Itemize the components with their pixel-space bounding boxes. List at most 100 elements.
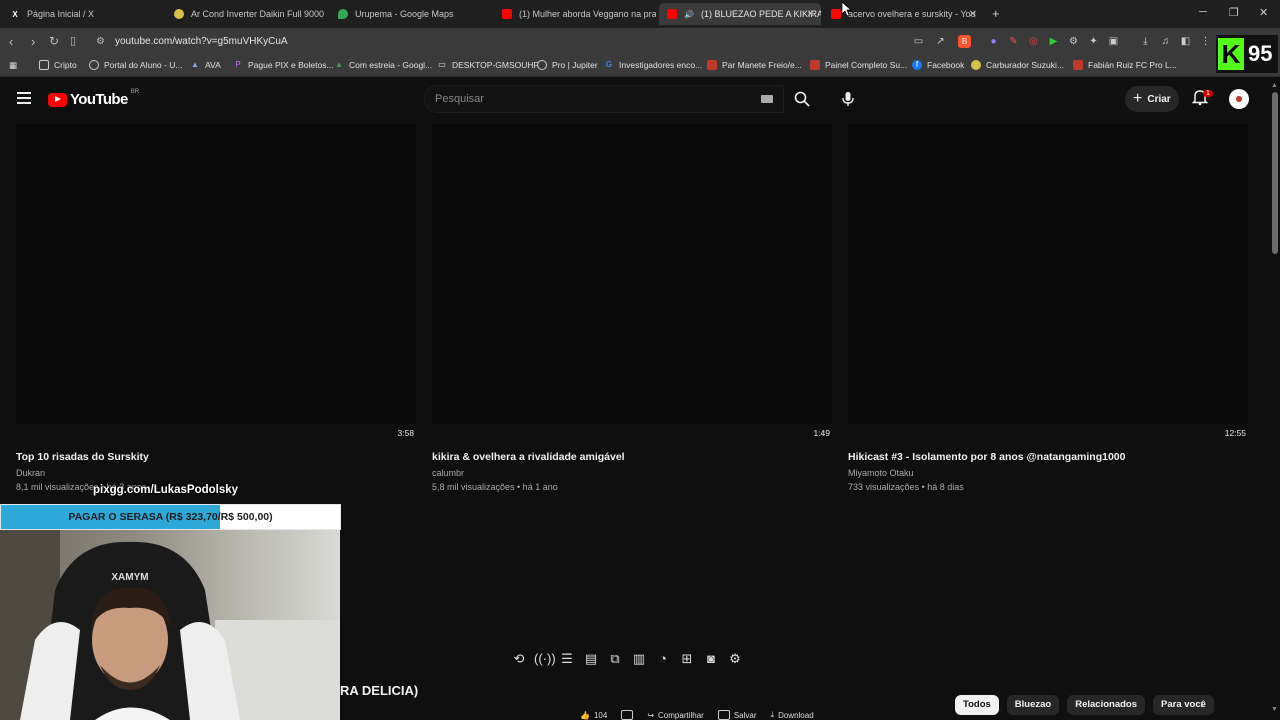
share-button[interactable]: ↪ Compartilhar xyxy=(647,710,704,720)
back-icon[interactable]: ‹ xyxy=(9,34,13,49)
video-duration: 1:49 xyxy=(813,428,830,438)
picture-in-picture-icon[interactable]: ⧉ xyxy=(606,650,624,668)
video-card[interactable]: 12:55 Hikicast #3 - Isolamento por 8 ano… xyxy=(848,124,1248,504)
voice-search-button[interactable] xyxy=(834,85,862,113)
bookmark-item[interactable]: ▲ AVA xyxy=(190,60,221,70)
tab-close-icon[interactable]: ✕ xyxy=(807,9,815,20)
youtube-logo[interactable]: YouTube BR xyxy=(48,89,139,108)
bookmark-item[interactable]: Carburador Suzuki... xyxy=(971,60,1064,70)
bookmark-icon[interactable]: ▯ xyxy=(70,34,76,47)
minimize-icon[interactable]: ─ xyxy=(1199,6,1207,18)
search-input[interactable]: Pesquisar xyxy=(424,85,784,113)
youtube-header: YouTube BR Pesquisar + Criar xyxy=(0,78,1270,120)
tab-daikin[interactable]: Ar Cond Inverter Daikin Full 9000 Btu xyxy=(166,3,326,25)
video-card[interactable]: 1:49 kikira & ovelhera a rivalidade amig… xyxy=(432,124,832,504)
chip-relacionados[interactable]: Relacionados xyxy=(1067,695,1146,715)
cinema-icon[interactable]: ▤ xyxy=(582,650,600,668)
channel-name[interactable]: Dukran xyxy=(16,468,45,478)
speaker-icon: 🔊 xyxy=(684,9,694,19)
bookmark-item[interactable]: Par Manete Freio/e... xyxy=(707,60,802,70)
speed-icon[interactable]: ◔ xyxy=(654,650,672,668)
scroll-down-icon[interactable]: ▼ xyxy=(1271,706,1278,713)
keyboard-icon[interactable] xyxy=(761,95,773,103)
download-icon[interactable]: ⤓ xyxy=(1139,35,1152,48)
bookmark-item[interactable]: Portal do Aluno - U... xyxy=(89,60,182,70)
tab-youtube-active[interactable]: 🔊 (1) BLUEZAO PEDE A KIKIRA E ✕ xyxy=(659,3,821,25)
video-thumbnail[interactable] xyxy=(848,124,1248,424)
create-label: Criar xyxy=(1147,93,1171,105)
restore-icon[interactable]: ❐ xyxy=(1229,6,1239,19)
menu-hamburger-icon[interactable] xyxy=(17,92,31,104)
sidebar-icon[interactable]: ▣ xyxy=(1107,35,1120,48)
video-duration: 12:55 xyxy=(1224,428,1246,438)
globe-icon xyxy=(174,9,184,19)
search-button[interactable] xyxy=(784,85,820,113)
video-title[interactable]: Hikicast #3 - Isolamento por 8 anos @nat… xyxy=(848,451,1126,463)
add-icon[interactable]: ⊞ xyxy=(678,650,696,668)
audio-icon[interactable]: ((·)) xyxy=(534,650,556,668)
video-thumbnail[interactable] xyxy=(432,124,832,424)
tab-youtube-1[interactable]: (1) Mulher aborda Veggano na praia xyxy=(494,3,656,25)
extension-icon[interactable]: ✎ xyxy=(1007,35,1020,48)
bookmark-item[interactable]: ▭ DESKTOP-GMSOUHF xyxy=(437,60,539,70)
save-button[interactable]: Salvar xyxy=(717,710,757,720)
bookmark-item[interactable]: Painel Completo Su... xyxy=(810,60,907,70)
channel-name[interactable]: calumbr xyxy=(432,468,464,478)
bookmark-item[interactable]: Cripto xyxy=(39,60,77,70)
chip-bluezao[interactable]: Bluezao xyxy=(1006,695,1060,715)
video-title[interactable]: kikira & ovelhera a rivalidade amigável xyxy=(432,451,625,463)
download-button[interactable]: ⤓ Download xyxy=(771,710,814,720)
extension-icon[interactable]: ⚙ xyxy=(1067,35,1080,48)
avatar[interactable] xyxy=(1229,89,1249,109)
facebook-icon: f xyxy=(912,60,922,70)
extension-icon[interactable]: ▶ xyxy=(1047,35,1060,48)
playlist-icon[interactable]: ☰ xyxy=(558,650,576,668)
bookmark-label: Par Manete Freio/e... xyxy=(722,60,802,70)
extensions-icon[interactable]: ✦ xyxy=(1087,35,1100,48)
bookmark-item[interactable]: G Investigadores enco... xyxy=(604,60,702,70)
bookmarks-bar: ▦ Cripto Portal do Aluno - U... ▲ AVA P Pa… xyxy=(0,56,1280,77)
settings-icon[interactable]: ⚙ xyxy=(726,650,744,668)
bookmark-item[interactable]: P Pague PIX e Boletos... xyxy=(233,60,333,70)
dislike-button[interactable] xyxy=(621,710,634,720)
bookmark-item[interactable]: ▲ Com estreia - Googl... xyxy=(334,60,432,70)
forward-icon[interactable]: › xyxy=(31,34,35,49)
video-card[interactable]: 3:58 Top 10 risadas do Surskity Dukran 8… xyxy=(16,124,416,504)
screenshot-icon[interactable]: ◙ xyxy=(702,650,720,668)
reload-icon[interactable]: ↻ xyxy=(49,34,59,48)
bookmark-item[interactable]: Fabián Ruiz FC Pro L... xyxy=(1073,60,1177,70)
menu-icon[interactable]: ⋮ xyxy=(1199,35,1212,48)
close-window-icon[interactable]: ✕ xyxy=(1259,6,1268,19)
media-icon[interactable]: ♫ xyxy=(1159,35,1172,48)
create-button[interactable]: + Criar xyxy=(1125,86,1179,112)
scroll-up-icon[interactable]: ▲ xyxy=(1271,82,1278,89)
bookmark-item[interactable]: Pro | Jupiter xyxy=(537,60,598,70)
desktop-icon: ▭ xyxy=(438,60,446,69)
tab-close-icon[interactable]: ✕ xyxy=(969,9,977,20)
like-button[interactable]: 👍 104 xyxy=(580,710,607,720)
url-bar[interactable]: youtube.com/watch?v=g5muVHKyCuA xyxy=(92,32,902,52)
share-icon[interactable]: ↗ xyxy=(934,35,947,48)
extension-icon[interactable]: ● xyxy=(987,35,1000,48)
tab-label: acervo ovelhera e surskity - You xyxy=(848,9,976,19)
split-view-icon[interactable]: ◧ xyxy=(1179,35,1192,48)
video-title[interactable]: Top 10 risadas do Surskity xyxy=(16,451,149,463)
chip-todos[interactable]: Todos xyxy=(955,695,999,715)
tab-x[interactable]: X Página Inicial / X xyxy=(2,3,164,25)
channel-name[interactable]: Miyamoto Otaku xyxy=(848,468,914,478)
tab-maps[interactable]: Urupema - Google Maps xyxy=(330,3,490,25)
chip-para-voce[interactable]: Para você xyxy=(1153,695,1214,715)
share-label: Compartilhar xyxy=(658,710,704,720)
theater-icon[interactable]: ▥ xyxy=(630,650,648,668)
scrollbar-thumb[interactable] xyxy=(1272,92,1278,254)
brave-shield-icon[interactable]: B xyxy=(958,35,971,48)
apps-icon[interactable]: ▦ xyxy=(9,60,17,71)
shop-icon xyxy=(810,60,820,70)
bookmark-item[interactable]: f Facebook xyxy=(912,60,964,70)
loop-icon[interactable]: ⟲ xyxy=(510,650,528,668)
video-thumbnail[interactable] xyxy=(16,124,416,424)
new-tab-button[interactable]: + xyxy=(992,6,1000,21)
extension-icon[interactable]: ◎ xyxy=(1027,35,1040,48)
chevron-right-icon[interactable]: › xyxy=(1200,697,1204,711)
cast-icon[interactable]: ▭ xyxy=(912,35,925,48)
